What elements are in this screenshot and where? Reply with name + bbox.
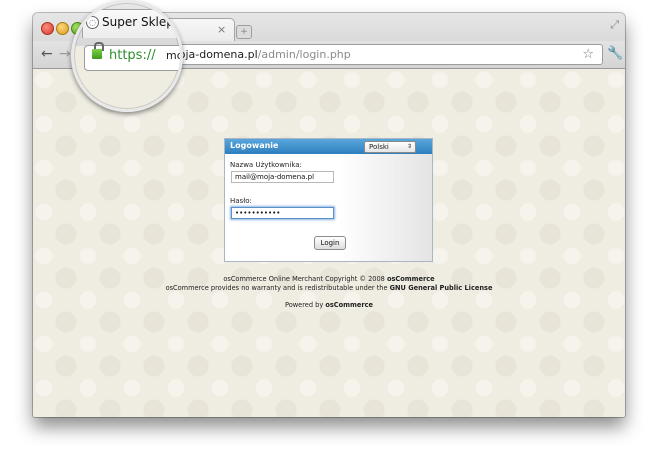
minimize-window-button[interactable]	[56, 22, 69, 35]
url-text: moja-domena.pl/admin/login.php	[168, 48, 351, 61]
new-tab-button[interactable]: +	[236, 25, 252, 39]
wrench-icon[interactable]: 🔧	[607, 46, 623, 61]
footer-powered-link[interactable]: osCommerce	[325, 301, 373, 309]
language-select[interactable]: Polski ⇕	[364, 141, 416, 153]
login-header: Logowanie Polski ⇕	[225, 139, 432, 154]
password-label: Hasło:	[230, 197, 252, 205]
password-input[interactable]: •••••••••••	[231, 207, 334, 219]
footer-gpl-link[interactable]: GNU General Public License	[390, 284, 493, 292]
language-value: Polski	[369, 143, 389, 151]
footer-oscommerce-link[interactable]: osCommerce	[387, 275, 435, 283]
login-panel: Logowanie Polski ⇕ Nazwa Użytkownika: ma…	[224, 138, 433, 262]
footer-powered-text: Powered by	[285, 301, 326, 309]
close-window-button[interactable]	[41, 22, 54, 35]
forward-arrow-icon[interactable]: →	[59, 47, 71, 61]
magnified-url: moja-domena.pl	[166, 49, 183, 62]
magnified-https: https://	[109, 48, 156, 63]
username-label: Nazwa Użytkownika:	[230, 161, 302, 169]
login-button[interactable]: Login	[314, 236, 346, 250]
tab-close-icon[interactable]: ×	[217, 24, 226, 35]
footer-license-text: osCommerce provides no warranty and is r…	[165, 284, 390, 292]
lock-icon	[92, 49, 102, 59]
url-path: /admin/login.php	[257, 48, 351, 61]
globe-icon: ◌	[86, 16, 99, 29]
footer-copyright-text: osCommerce Online Merchant Copyright © 2…	[223, 275, 387, 283]
back-arrow-icon[interactable]: ←	[41, 47, 53, 61]
star-icon[interactable]: ☆	[582, 47, 594, 62]
magnified-tab-title: Super Sklep	[102, 15, 174, 29]
magnifier-lens: ◌ Super Sklep https:// moja-domena.pl	[71, 0, 183, 112]
page-content: Logowanie Polski ⇕ Nazwa Użytkownika: ma…	[33, 69, 625, 417]
footer-powered: Powered by osCommerce	[33, 301, 625, 309]
select-arrows-icon: ⇕	[406, 143, 412, 150]
resize-icon[interactable]: ⤢	[610, 18, 619, 32]
username-input[interactable]: mail@moja-domena.pl	[231, 171, 334, 183]
footer-license: osCommerce provides no warranty and is r…	[33, 284, 625, 292]
login-title: Logowanie	[230, 141, 279, 150]
footer-copyright: osCommerce Online Merchant Copyright © 2…	[33, 275, 625, 283]
